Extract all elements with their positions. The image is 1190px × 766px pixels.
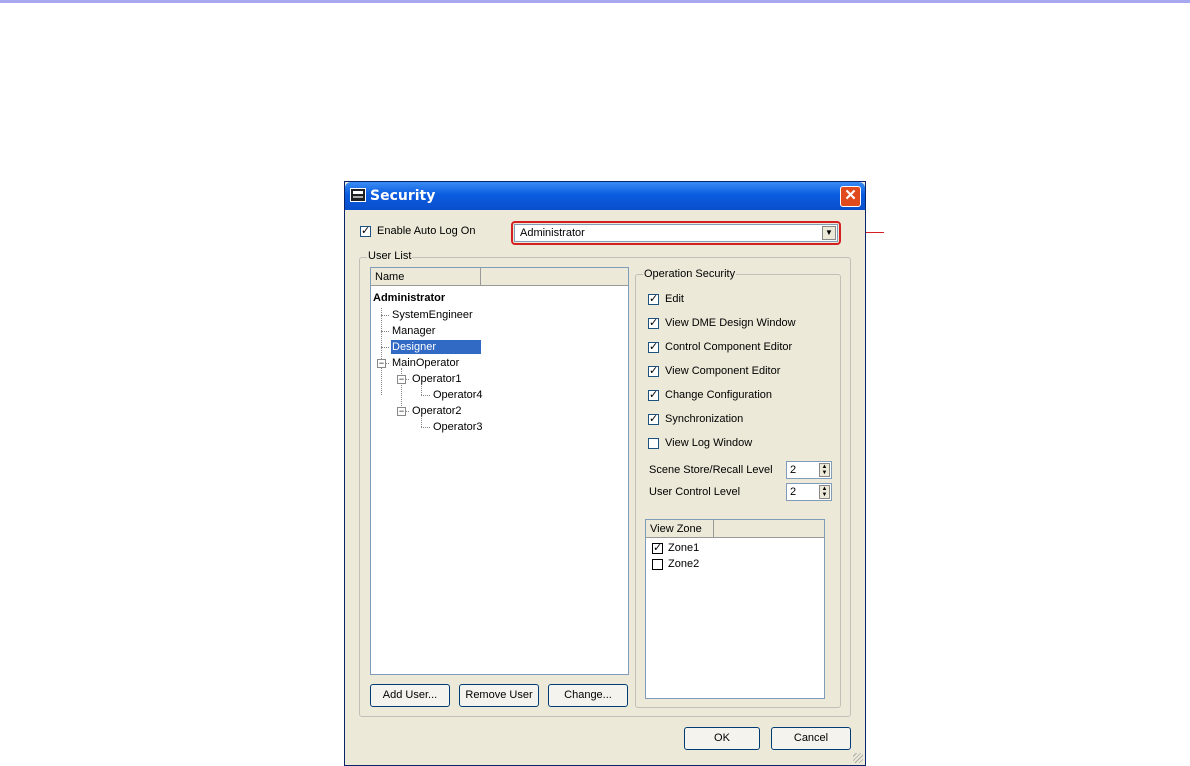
auto-logon-checkbox[interactable]: ✓ <box>360 226 371 237</box>
security-dialog: Security ✕ ✓ Enable Auto Log On Administ… <box>344 181 866 766</box>
tree-item-operator1[interactable]: Operator1 <box>412 372 462 386</box>
tree-item-operator3[interactable]: Operator3 <box>433 420 483 434</box>
resize-grip[interactable] <box>853 753 863 763</box>
ok-label: OK <box>714 732 730 744</box>
change-label: Change... <box>564 689 612 701</box>
user-control-level-value: 2 <box>790 486 797 498</box>
view-component-editor-checkbox[interactable]: ✓ <box>648 366 659 377</box>
control-component-editor-checkbox[interactable]: ✓ <box>648 342 659 353</box>
spin-arrows-icon[interactable]: ▲ ▼ <box>819 463 830 477</box>
control-component-editor-label: Control Component Editor <box>665 341 793 353</box>
tree-item-systemengineer[interactable]: SystemEngineer <box>392 308 473 322</box>
title-bar[interactable]: Security ✕ <box>345 182 865 210</box>
scene-level-spinner[interactable]: 2 ▲ ▼ <box>786 461 832 479</box>
empty-column-header <box>481 268 628 286</box>
zone1-label: Zone1 <box>668 542 700 554</box>
view-component-editor-label: View Component Editor <box>665 365 781 377</box>
synchronization-checkbox[interactable]: ✓ <box>648 414 659 425</box>
cancel-label: Cancel <box>793 732 829 744</box>
zone2-checkbox[interactable] <box>652 559 663 570</box>
scene-level-value: 2 <box>790 464 797 476</box>
close-icon: ✕ <box>844 187 857 204</box>
tree-line <box>421 395 430 396</box>
view-log-window-label: View Log Window <box>665 437 753 449</box>
spin-arrows-icon[interactable]: ▲ ▼ <box>819 485 830 499</box>
view-zone-column-header[interactable]: View Zone <box>646 520 714 538</box>
empty-column-header <box>714 520 824 538</box>
tree-line <box>381 315 389 316</box>
user-control-level-label: User Control Level <box>649 486 741 498</box>
top-rule <box>0 0 1190 3</box>
view-log-window-checkbox[interactable] <box>648 438 659 449</box>
collapse-icon[interactable]: − <box>397 375 406 384</box>
auto-logon-label: Enable Auto Log On <box>377 225 476 237</box>
tree-item-mainoperator[interactable]: MainOperator <box>392 356 459 370</box>
tree-item-designer[interactable]: Designer <box>391 340 481 354</box>
tree-item-administrator[interactable]: Administrator <box>373 291 445 305</box>
collapse-icon[interactable]: − <box>397 407 406 416</box>
tree-item-operator4[interactable]: Operator4 <box>433 388 483 402</box>
change-configuration-label: Change Configuration <box>665 389 773 401</box>
remove-user-button[interactable]: Remove User <box>459 684 539 707</box>
close-button[interactable]: ✕ <box>840 186 861 207</box>
add-user-label: Add User... <box>382 689 438 701</box>
operation-security-group-label: Operation Security <box>643 268 737 280</box>
tree-line <box>421 427 430 428</box>
collapse-icon[interactable]: − <box>377 359 386 368</box>
change-button[interactable]: Change... <box>548 684 628 707</box>
dialog-title: Security <box>370 188 436 204</box>
cancel-button[interactable]: Cancel <box>771 727 851 750</box>
synchronization-label: Synchronization <box>665 413 744 425</box>
zone2-label: Zone2 <box>668 558 700 570</box>
user-control-level-spinner[interactable]: 2 ▲ ▼ <box>786 483 832 501</box>
zone1-checkbox[interactable]: ✓ <box>652 543 663 554</box>
highlight-frame <box>511 221 841 245</box>
dme-app-icon <box>350 188 366 202</box>
tree-line <box>381 347 389 348</box>
tree-line <box>381 331 389 332</box>
view-dme-design-window-label: View DME Design Window <box>665 317 796 329</box>
edit-checkbox[interactable]: ✓ <box>648 294 659 305</box>
change-configuration-checkbox[interactable]: ✓ <box>648 390 659 401</box>
tree-item-operator2[interactable]: Operator2 <box>412 404 462 418</box>
edit-label: Edit <box>665 293 684 305</box>
remove-user-label: Remove User <box>465 689 533 701</box>
scene-level-label: Scene Store/Recall Level <box>649 464 773 476</box>
view-zone-list[interactable]: View Zone ✓ Zone1 Zone2 <box>645 519 825 699</box>
tree-line <box>381 308 382 395</box>
user-tree[interactable]: Name Administrator SystemEngineer Manage… <box>370 267 629 675</box>
user-list-group-label: User List <box>367 250 413 262</box>
add-user-button[interactable]: Add User... <box>370 684 450 707</box>
ok-button[interactable]: OK <box>684 727 760 750</box>
view-dme-design-window-checkbox[interactable]: ✓ <box>648 318 659 329</box>
tree-item-manager[interactable]: Manager <box>392 324 435 338</box>
name-column-header[interactable]: Name <box>371 268 481 286</box>
